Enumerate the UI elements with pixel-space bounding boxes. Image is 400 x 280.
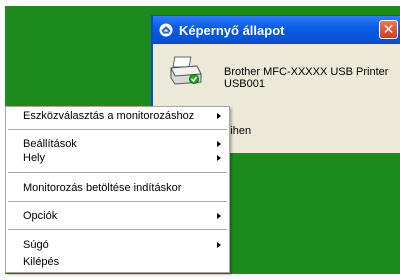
- menu-item-label: Beállítások: [23, 138, 77, 150]
- menu-item-exit[interactable]: Kilépés: [6, 254, 229, 270]
- menu-item-label: Kilépés: [23, 256, 60, 268]
- menu-separator: [8, 229, 227, 230]
- menu-separator: [8, 201, 227, 202]
- menu-separator: [8, 172, 227, 173]
- close-button[interactable]: ✕: [379, 20, 398, 39]
- menu-item-location[interactable]: Hely: [6, 150, 229, 166]
- menu-item-help[interactable]: Súgó: [6, 237, 229, 253]
- chevron-right-icon: [217, 242, 221, 248]
- menu-item-label: Eszközválasztás a monitorozáshoz: [23, 110, 195, 122]
- printer-info: Brother MFC-XXXXX USB Printer USB001: [224, 66, 388, 90]
- printer-icon: [169, 56, 203, 86]
- status-window-title: Képernyő állapot: [179, 22, 285, 38]
- menu-separator: [8, 129, 227, 130]
- menu-item-load-on-startup[interactable]: Monitorozás betöltése indításkor: [6, 180, 229, 196]
- chevron-right-icon: [217, 213, 221, 219]
- menu-item-label: Monitorozás betöltése indításkor: [23, 182, 182, 194]
- chevron-right-icon: [217, 141, 221, 147]
- printer-name: Brother MFC-XXXXX USB Printer: [224, 66, 389, 78]
- menu-item-label: Hely: [23, 152, 46, 164]
- menu-item-label: Súgó: [23, 239, 49, 251]
- menu-item-label: Opciók: [23, 210, 58, 222]
- menu-item-device-select[interactable]: Eszközválasztás a monitorozáshoz: [6, 108, 229, 124]
- chevron-right-icon: [217, 155, 221, 161]
- printer-port: USB001: [224, 78, 265, 90]
- status-window-titlebar[interactable]: Képernyő állapot ✕: [153, 16, 400, 44]
- chevron-right-icon: [217, 113, 221, 119]
- status-monitor-icon: [159, 23, 173, 37]
- close-icon: ✕: [382, 21, 395, 37]
- menu-item-options[interactable]: Opciók: [6, 208, 229, 224]
- context-menu: Eszközválasztás a monitorozáshoz Beállít…: [5, 106, 230, 273]
